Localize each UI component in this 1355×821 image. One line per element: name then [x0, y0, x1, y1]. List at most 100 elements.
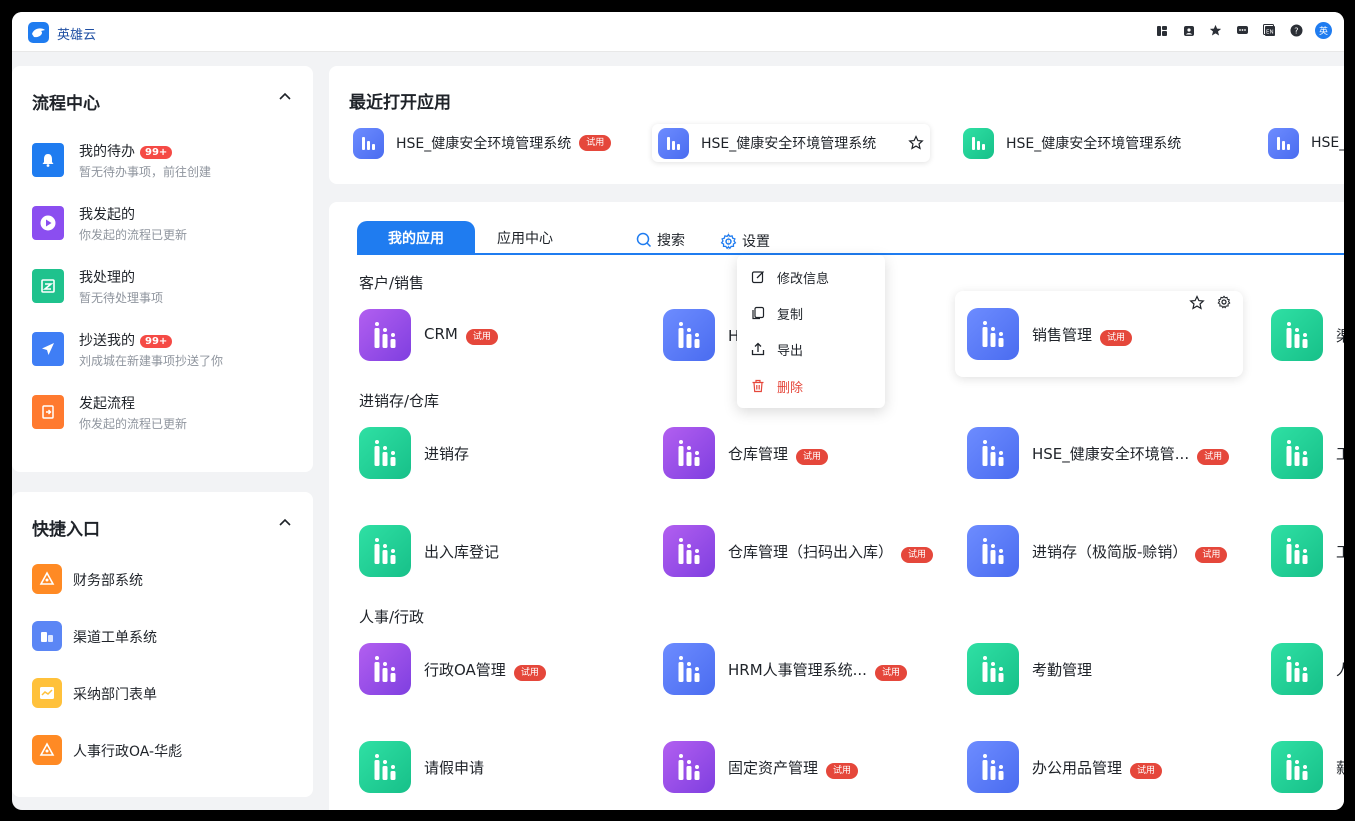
app-name-text: 进销存 [424, 445, 470, 463]
app-bars-icon [663, 525, 715, 577]
menu-item-copy[interactable]: 复制 [737, 298, 885, 328]
app-bars-icon [359, 427, 411, 479]
app-bars-icon [663, 741, 715, 793]
app-bars-icon [967, 427, 1019, 479]
avatar[interactable]: 英 [1315, 22, 1332, 39]
recent-app-item[interactable]: HSE_健康安全环境管理系统 [957, 124, 1187, 162]
app-card[interactable]: 进销存（极简版-赊销） 试用 [967, 518, 1255, 584]
app-window: 英雄云 EN ? 英 流程中心 我的待办 99+ 暂无待办事项，前往创建 我发起… [12, 12, 1344, 810]
launch-icon [32, 395, 64, 429]
flow-item-handled[interactable]: 我处理的 暂无待处理事项 [32, 265, 302, 309]
top-toolbar: EN ? 英 [1153, 22, 1332, 39]
app-card[interactable]: 仓库管理 试用 [663, 420, 951, 486]
app-card[interactable]: 销售管理 试用 [955, 291, 1243, 377]
app-card[interactable]: 办公用品管理 试用 [967, 734, 1255, 800]
settings-label: 设置 [742, 234, 770, 250]
app-name: 工 [1336, 541, 1344, 562]
trial-badge: 试用 [513, 665, 546, 681]
star-outline-icon[interactable] [908, 135, 924, 151]
menu-item-edit[interactable]: 修改信息 [737, 262, 885, 292]
flow-item-launch[interactable]: 发起流程 你发起的流程已更新 [32, 391, 302, 435]
layout-icon[interactable] [1153, 22, 1170, 39]
svg-text:EN: EN [1266, 30, 1274, 36]
gear-icon [720, 233, 737, 249]
message-icon[interactable] [1234, 22, 1251, 39]
contacts-icon[interactable] [1180, 22, 1197, 39]
app-bars-icon [663, 427, 715, 479]
flow-item-todo[interactable]: 我的待办 99+ 暂无待办事项，前往创建 [32, 139, 302, 183]
app-name: 进销存（极简版-赊销） 试用 [1032, 541, 1228, 563]
recent-app-item[interactable]: HSE_健康安全环境管理系统 试用 [347, 124, 617, 162]
app-name: 固定资产管理 试用 [728, 757, 859, 779]
flow-item-initiated[interactable]: 我发起的 你发起的流程已更新 [32, 202, 302, 246]
menu-item-delete[interactable]: 删除 [737, 371, 885, 401]
app-name-text: 进销存（极简版-赊销） [1032, 543, 1188, 561]
copy-icon [752, 306, 765, 320]
app-card[interactable]: 出入库登记 [359, 518, 647, 584]
app-bars-icon [1271, 427, 1323, 479]
tab-my-apps[interactable]: 我的应用 [357, 221, 475, 255]
task-icon [32, 269, 64, 303]
app-card[interactable]: 人 [1271, 636, 1344, 702]
app-title[interactable]: 英雄云 [57, 24, 96, 43]
app-card[interactable]: 工 [1271, 420, 1344, 486]
settings-button[interactable]: 设置 [720, 231, 770, 251]
app-card[interactable]: 行政OA管理 试用 [359, 636, 647, 702]
flow-item-label: 我发起的 [79, 207, 135, 223]
quick-item-hr-oa[interactable]: 人事行政OA-华彪 [32, 735, 302, 769]
app-card[interactable]: 请假申请 [359, 734, 647, 800]
app-card[interactable]: 薪 [1271, 734, 1344, 800]
app-card[interactable]: 仓库管理（扫码出入库） 试用 [663, 518, 951, 584]
app-card[interactable]: HRM人事管理系统... 试用 [663, 636, 951, 702]
tab-app-center[interactable]: 应用中心 [475, 221, 575, 255]
recent-app-item[interactable]: HSE_ [1262, 124, 1344, 162]
star-icon[interactable] [1207, 22, 1224, 39]
flow-item-label: 我处理的 [79, 270, 135, 286]
quick-item-finance[interactable]: 财务部系统 [32, 564, 302, 598]
flow-item-desc: 刘成城在新建事项抄送了你 [79, 354, 224, 368]
svg-text:?: ? [1294, 27, 1298, 36]
app-name-text: HRM人事管理系统... [728, 661, 867, 679]
recycle-icon [32, 735, 62, 765]
star-outline-icon[interactable] [1189, 295, 1205, 311]
top-bar: 英雄云 EN ? 英 [12, 12, 1344, 52]
flow-item-label: 发起流程 [79, 396, 135, 412]
app-name: 薪 [1336, 757, 1344, 778]
search-button[interactable]: 搜索 [636, 230, 685, 250]
app-name: CRM 试用 [424, 325, 498, 345]
flow-item-cc[interactable]: 抄送我的 99+ 刘成城在新建事项抄送了你 [32, 328, 302, 372]
quick-entry-title: 快捷入口 [32, 520, 100, 540]
logo-icon[interactable] [28, 22, 49, 43]
app-card[interactable]: HSE_健康安全环境管... 试用 [967, 420, 1255, 486]
app-name-text: 固定资产管理 [728, 759, 819, 777]
app-card[interactable]: 固定资产管理 试用 [663, 734, 951, 800]
app-card[interactable]: 渠 [1271, 302, 1344, 368]
trial-badge: 试用 [1195, 547, 1228, 563]
app-card[interactable]: CRM 试用 [359, 302, 647, 368]
app-bars-icon [663, 309, 715, 361]
help-icon[interactable]: ? [1288, 22, 1305, 39]
gear-icon[interactable] [1217, 295, 1231, 309]
app-bars-icon [1271, 741, 1323, 793]
app-name-text: 工 [1336, 543, 1344, 561]
app-name-text: 请假申请 [424, 759, 485, 777]
app-context-menu: 修改信息 复制 导出 删除 [737, 255, 885, 408]
chevron-up-icon[interactable] [279, 91, 291, 103]
trial-badge: 试用 [826, 763, 859, 779]
export-icon [751, 342, 765, 356]
menu-item-label: 删除 [777, 380, 804, 396]
app-group-title: 进销存/仓库 [359, 392, 440, 410]
app-name: 销售管理 试用 [1032, 324, 1133, 346]
recent-app-item[interactable]: HSE_健康安全环境管理系统 [652, 124, 931, 162]
recent-app-name: HSE_健康安全环境管理系统 [396, 136, 572, 152]
menu-item-export[interactable]: 导出 [737, 334, 885, 364]
quick-item-procurement[interactable]: 采纳部门表单 [32, 678, 302, 712]
app-card[interactable]: 工 [1271, 518, 1344, 584]
recycle-icon [32, 564, 62, 594]
language-icon[interactable]: EN [1261, 22, 1278, 39]
chevron-up-icon[interactable] [279, 517, 291, 529]
app-card[interactable]: 考勤管理 [967, 636, 1255, 702]
quick-item-channel[interactable]: 渠道工单系统 [32, 621, 302, 655]
quick-item-label: 财务部系统 [73, 573, 143, 589]
app-card[interactable]: 进销存 [359, 420, 647, 486]
